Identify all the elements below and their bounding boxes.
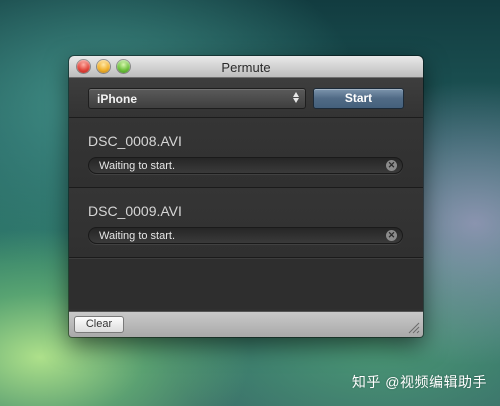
toolbar: iPhone Start bbox=[69, 78, 423, 118]
clear-button[interactable]: Clear bbox=[74, 316, 124, 333]
file-name: DSC_0009.AVI bbox=[88, 203, 182, 219]
updown-arrows-icon bbox=[293, 92, 299, 103]
cancel-icon[interactable]: ✕ bbox=[386, 160, 397, 171]
status-text: Waiting to start. bbox=[99, 160, 176, 172]
list-item[interactable]: DSC_0009.AVI Waiting to start. ✕ bbox=[69, 188, 423, 258]
app-window: Permute iPhone Start DSC_0008.AVI Waitin… bbox=[69, 56, 423, 337]
progress-bar: Waiting to start. ✕ bbox=[88, 157, 403, 174]
format-select[interactable]: iPhone bbox=[88, 88, 306, 109]
format-select-value: iPhone bbox=[97, 91, 138, 106]
bottom-bar: Clear bbox=[69, 311, 423, 337]
file-list: DSC_0008.AVI Waiting to start. ✕ DSC_000… bbox=[69, 118, 423, 309]
start-button[interactable]: Start bbox=[313, 88, 404, 109]
watermark: 知乎 @视频编辑助手 bbox=[351, 374, 487, 390]
status-text: Waiting to start. bbox=[99, 230, 176, 242]
title-bar[interactable]: Permute bbox=[69, 56, 423, 78]
window-title: Permute bbox=[221, 60, 271, 75]
resize-grip-icon[interactable] bbox=[408, 322, 420, 334]
file-name: DSC_0008.AVI bbox=[88, 133, 182, 149]
list-item[interactable]: DSC_0008.AVI Waiting to start. ✕ bbox=[69, 118, 423, 188]
cancel-icon[interactable]: ✕ bbox=[386, 230, 397, 241]
progress-bar: Waiting to start. ✕ bbox=[88, 227, 403, 244]
